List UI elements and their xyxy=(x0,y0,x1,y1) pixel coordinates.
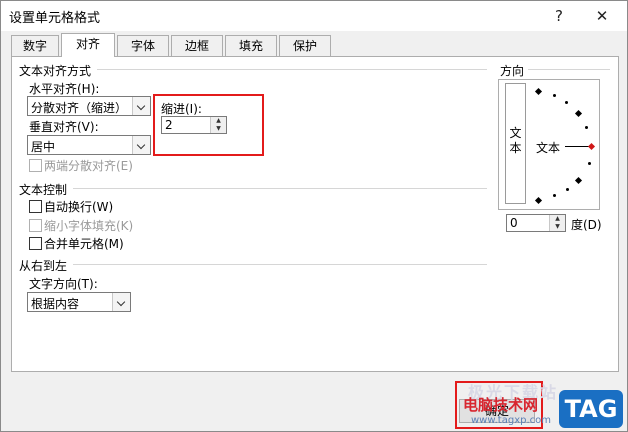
text-direction-label: 文字方向(T): xyxy=(29,277,98,291)
watermark-url: www.tagxp.com xyxy=(471,415,551,426)
section-text-alignment: 文本对齐方式 xyxy=(19,64,92,78)
orientation-text-label: 文本 xyxy=(536,141,561,155)
vertical-align-select[interactable]: 居中 xyxy=(27,135,151,155)
section-text-control: 文本控制 xyxy=(19,183,68,197)
dialog-title: 设置单元格格式 xyxy=(9,11,101,26)
wrap-text-checkbox[interactable] xyxy=(29,200,42,213)
justify-distributed-checkbox[interactable] xyxy=(29,159,42,172)
horizontal-align-select[interactable]: 分散对齐（缩进） xyxy=(27,96,151,116)
close-button[interactable]: ✕ xyxy=(590,5,614,27)
orientation-marker-icon xyxy=(574,176,583,185)
title-bar: 设置单元格格式 ? ✕ xyxy=(1,1,627,31)
divider xyxy=(97,69,487,70)
text-direction-value: 根据内容 xyxy=(31,297,80,311)
orientation-handle-icon[interactable] xyxy=(587,142,596,151)
orientation-marker-icon xyxy=(574,109,583,118)
highlight-indent-box xyxy=(153,94,264,156)
orientation-tick-icon xyxy=(566,188,569,191)
tab-protection[interactable]: 保护 xyxy=(279,35,331,56)
format-cells-dialog: 设置单元格格式 ? ✕ 数字 对齐 字体 边框 填充 保护 文本对齐方式 水平对… xyxy=(0,0,628,432)
vertical-align-value: 居中 xyxy=(31,140,56,154)
watermark-logo: TAG xyxy=(559,390,623,428)
section-right-to-left: 从右到左 xyxy=(19,259,68,273)
orientation-dial[interactable]: 文本 xyxy=(529,80,599,209)
spin-down-icon[interactable]: ▼ xyxy=(549,223,565,231)
help-button[interactable]: ? xyxy=(547,5,571,27)
horizontal-align-label: 水平对齐(H): xyxy=(29,82,100,96)
horizontal-align-value: 分散对齐（缩进） xyxy=(31,101,128,115)
tab-border[interactable]: 边框 xyxy=(171,35,223,56)
tab-fill[interactable]: 填充 xyxy=(225,35,277,56)
tab-font[interactable]: 字体 xyxy=(117,35,169,56)
divider xyxy=(528,69,610,70)
chevron-down-icon[interactable] xyxy=(132,136,150,154)
merge-cells-checkbox[interactable] xyxy=(29,237,42,250)
section-orientation: 方向 xyxy=(500,64,525,78)
vertical-text-button[interactable]: 文本 xyxy=(505,83,526,204)
orientation-tick-icon xyxy=(588,162,591,165)
orientation-tick-icon xyxy=(585,126,588,129)
shrink-to-fit-label: 缩小字体填充(K) xyxy=(44,219,134,233)
orientation-needle xyxy=(565,146,589,147)
chevron-down-icon[interactable] xyxy=(132,97,150,115)
vertical-text-label: 文本 xyxy=(509,126,522,155)
watermark-text: 电脑技术网 xyxy=(463,396,539,414)
orientation-tick-icon xyxy=(553,94,556,97)
orientation-box: 文本 文本 xyxy=(498,79,600,210)
degrees-label: 度(D) xyxy=(571,218,602,232)
degrees-value: 0 xyxy=(510,216,518,230)
degrees-spinner[interactable]: 0 ▲ ▼ xyxy=(506,214,566,232)
orientation-tick-icon xyxy=(553,194,556,197)
shrink-to-fit-checkbox[interactable] xyxy=(29,219,42,232)
tab-alignment[interactable]: 对齐 xyxy=(61,33,115,57)
justify-distributed-label: 两端分散对齐(E) xyxy=(44,159,133,173)
orientation-tick-icon xyxy=(565,101,568,104)
wrap-text-label: 自动换行(W) xyxy=(44,200,114,214)
orientation-marker-icon xyxy=(534,87,543,96)
divider xyxy=(73,188,487,189)
tab-number[interactable]: 数字 xyxy=(11,35,59,56)
merge-cells-label: 合并单元格(M) xyxy=(44,237,124,251)
vertical-align-label: 垂直对齐(V): xyxy=(29,120,99,134)
text-direction-select[interactable]: 根据内容 xyxy=(27,292,131,312)
chevron-down-icon[interactable] xyxy=(112,293,130,311)
orientation-marker-icon xyxy=(534,196,543,205)
divider xyxy=(73,264,487,265)
